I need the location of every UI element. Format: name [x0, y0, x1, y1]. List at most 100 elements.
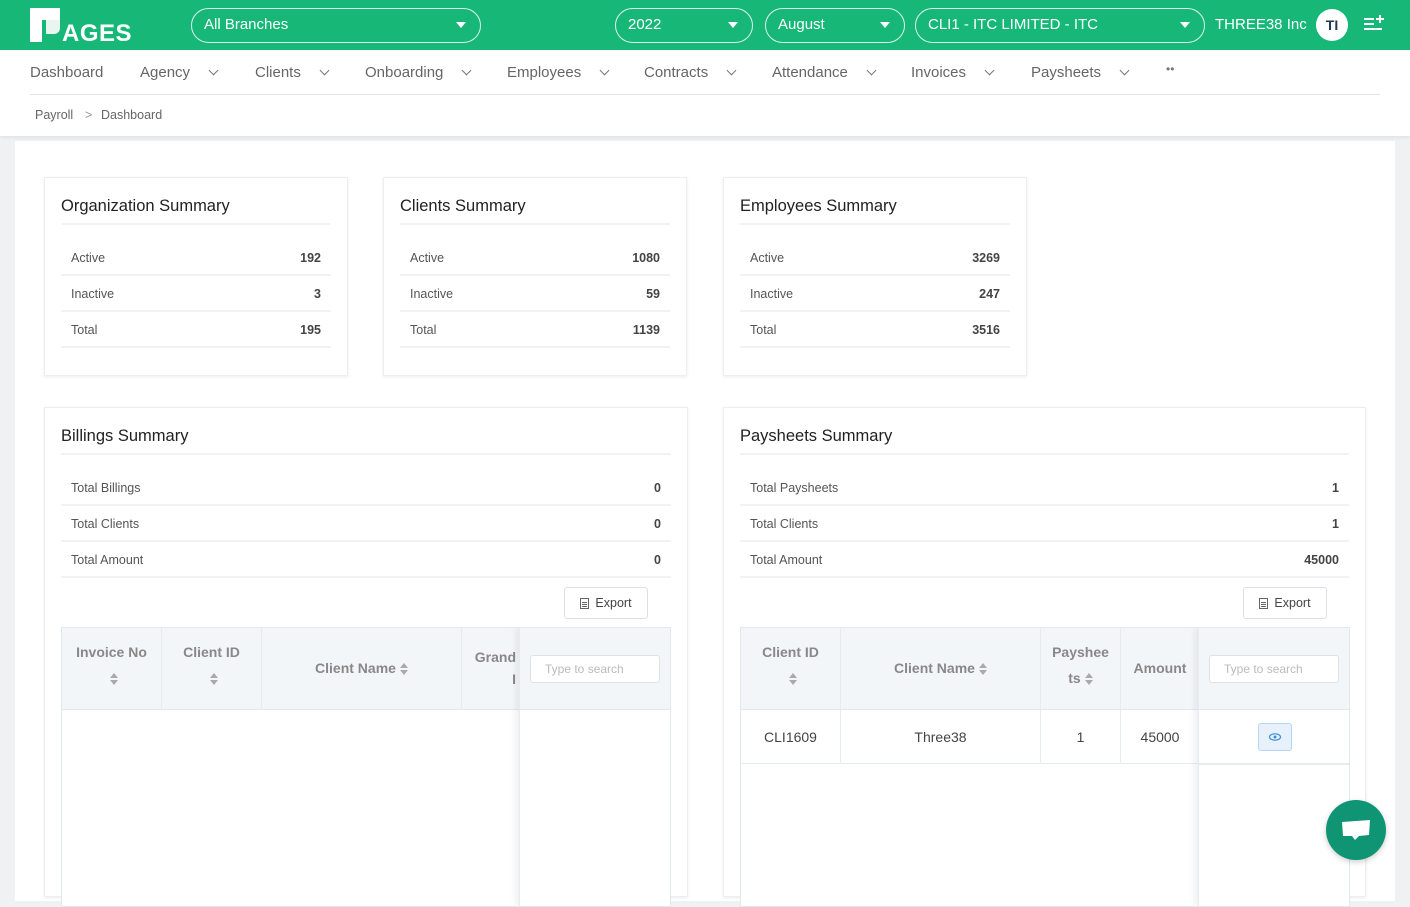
nav-clients[interactable]: Clients — [255, 64, 330, 81]
client-select[interactable]: CLI1 - ITC LIMITED - ITC — [915, 8, 1205, 43]
card-title: Organization Summary — [61, 197, 230, 215]
cell-client-id: CLI1609 — [741, 710, 841, 764]
divider — [61, 223, 331, 225]
summary-row: Total Amount 45000 — [740, 542, 1349, 578]
paysheets-search-input[interactable]: Type to search — [1209, 655, 1339, 683]
year-select-value: 2022 — [628, 16, 662, 33]
column-header-client-id[interactable]: Client ID — [741, 628, 841, 710]
summary-row: Active 3269 — [740, 240, 1010, 276]
paysheets-export-button[interactable]: Export — [1243, 587, 1327, 619]
nav-label: Onboarding — [365, 64, 444, 81]
nav-employees[interactable]: Employees — [507, 64, 610, 81]
chevron-down-icon — [726, 65, 737, 75]
caret-down-icon — [728, 22, 738, 28]
year-select[interactable]: 2022 — [615, 8, 753, 43]
nav-dashboard[interactable]: Dashboard — [30, 64, 103, 81]
logo-text: AGES — [62, 20, 133, 47]
nav-attendance[interactable]: Attendance — [772, 64, 877, 81]
user-avatar[interactable]: TI — [1316, 9, 1348, 41]
nav-invoices[interactable]: Invoices — [911, 64, 995, 81]
breadcrumb-payroll[interactable]: Payroll — [35, 108, 73, 122]
paysheets-summary-card: Paysheets Summary Total Paysheets 1 Total… — [723, 407, 1366, 907]
billings-table: Invoice No Client ID Client Name Grand I… — [61, 627, 671, 907]
billings-search-input[interactable]: Type to search — [530, 655, 660, 683]
summary-row: Inactive 3 — [61, 276, 331, 312]
chevron-down-icon — [984, 65, 995, 75]
clients-summary-card: Clients Summary Active 1080 Inactive 59 To… — [383, 177, 687, 376]
nav-label: Employees — [507, 64, 582, 81]
column-label: Client ID — [762, 644, 819, 660]
row-label: Total Clients — [750, 517, 819, 531]
row-value: 192 — [300, 251, 321, 265]
column-label: Payshee — [1052, 644, 1109, 660]
column-header-invoice-no[interactable]: Invoice No — [62, 628, 162, 710]
nav-label: Attendance — [772, 64, 848, 81]
sort-icon — [1084, 673, 1093, 686]
organization-summary-card: Organization Summary Active 192 Inactive 3… — [44, 177, 348, 376]
summary-row: Active 1080 — [400, 240, 670, 276]
chevron-down-icon — [208, 65, 219, 75]
sort-icon — [109, 673, 118, 686]
client-select-value: CLI1 - ITC LIMITED - ITC — [928, 16, 1099, 33]
nav-agency[interactable]: Agency — [140, 64, 219, 81]
breadcrumb-dashboard: Dashboard — [101, 108, 163, 122]
column-header-client-id[interactable]: Client ID — [162, 628, 262, 710]
month-select[interactable]: August — [765, 8, 905, 43]
row-value: 195 — [300, 323, 321, 337]
row-value: 45000 — [1304, 553, 1339, 567]
column-header-client-name[interactable]: Client Name — [262, 628, 462, 710]
document-icon — [580, 597, 590, 609]
row-label: Total Billings — [71, 481, 141, 495]
paysheets-table: Client ID Client Name Payshee ts Amount … — [740, 627, 1350, 907]
nav-onboarding[interactable]: Onboarding — [365, 64, 472, 81]
summary-row: Total Clients 1 — [740, 506, 1349, 542]
column-label: Grand — [474, 649, 516, 665]
cell-amount: 45000 — [1140, 729, 1180, 745]
row-label: Inactive — [750, 287, 794, 301]
row-value: 3269 — [972, 251, 1000, 265]
breadcrumb-separator: > — [85, 108, 93, 122]
row-value: 1 — [1332, 481, 1339, 495]
export-label: Export — [1274, 596, 1311, 610]
row-value: 1 — [1332, 517, 1339, 531]
row-value: 1139 — [632, 323, 660, 337]
action-column: Type to search — [1198, 628, 1349, 906]
column-header-amount[interactable]: Amount — [1121, 628, 1199, 710]
nav-more[interactable]: •• — [1166, 62, 1174, 76]
summary-row: Total 1139 — [400, 312, 670, 348]
column-label: Invoice No — [76, 644, 147, 660]
summary-row: Total 195 — [61, 312, 331, 348]
caret-down-icon — [1180, 22, 1190, 28]
nav-label: Agency — [140, 64, 191, 81]
nav-contracts[interactable]: Contracts — [644, 64, 737, 81]
billings-export-button[interactable]: Export — [564, 587, 648, 619]
top-bar: AGES All Branches 2022 August CLI1 - ITC… — [0, 0, 1410, 50]
nav-label: Clients — [255, 64, 301, 81]
card-title: Clients Summary — [400, 197, 526, 215]
nav-label: Dashboard — [30, 64, 104, 81]
employees-summary-card: Employees Summary Active 3269 Inactive 247… — [723, 177, 1027, 376]
view-button[interactable] — [1258, 723, 1292, 751]
row-value: 0 — [654, 517, 661, 531]
column-header-grand-total[interactable]: Grand I — [462, 628, 520, 710]
column-header-client-name[interactable]: Client Name — [841, 628, 1041, 710]
main-nav: Dashboard Agency Clients Onboarding Empl… — [0, 50, 1410, 136]
logo[interactable]: AGES — [30, 8, 132, 47]
branch-select[interactable]: All Branches — [191, 8, 481, 43]
chat-button[interactable] — [1326, 800, 1386, 860]
column-header-paysheets[interactable]: Payshee ts — [1041, 628, 1121, 710]
column-label: Amount — [1133, 660, 1187, 676]
nav-paysheets[interactable]: Paysheets — [1031, 64, 1130, 81]
logo-mark-fold — [46, 20, 60, 34]
card-title: Paysheets Summary — [740, 427, 893, 445]
sort-icon — [978, 663, 987, 676]
menu-add-icon[interactable] — [1364, 14, 1384, 34]
row-value: 3516 — [972, 323, 1000, 337]
row-label: Active — [750, 251, 785, 265]
divider — [740, 453, 1349, 455]
summary-row: Inactive 59 — [400, 276, 670, 312]
billings-summary-card: Billings Summary Total Billings 0 Total C… — [44, 407, 688, 907]
card-title: Employees Summary — [740, 197, 897, 215]
sort-icon — [209, 673, 218, 686]
row-label: Active — [71, 251, 106, 265]
